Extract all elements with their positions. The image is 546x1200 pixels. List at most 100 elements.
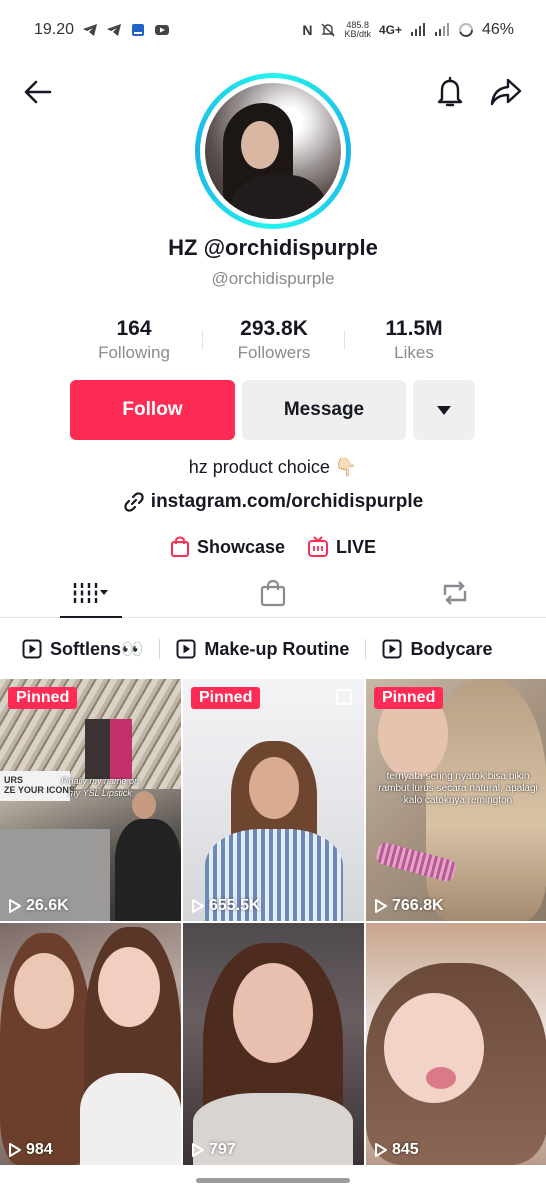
- back-button[interactable]: [18, 72, 58, 112]
- status-time: 19.20: [34, 21, 75, 38]
- avatar: [205, 83, 341, 219]
- play-outline-icon: [375, 1143, 387, 1157]
- pinned-badge: Pinned: [191, 687, 261, 709]
- likes-count: 11.5M: [385, 317, 443, 340]
- network-speed: 485.8 KB/dtk: [344, 21, 371, 39]
- playlist-softlens[interactable]: Softlens👀: [22, 639, 143, 660]
- showcase-button[interactable]: Showcase: [170, 536, 285, 558]
- repost-icon: [443, 580, 467, 605]
- video-thumbnail[interactable]: 984: [0, 923, 181, 1165]
- playlist-label: Bodycare: [410, 638, 493, 659]
- share-button[interactable]: [486, 72, 526, 112]
- video-thumbnail[interactable]: ternyata sering nyatok bisa bikin rambut…: [366, 679, 546, 921]
- playlist-divider: [365, 639, 367, 659]
- bio-link-text: instagram.com/orchidispurple: [150, 491, 424, 512]
- video-thumbnail[interactable]: 845: [366, 923, 546, 1165]
- youtube-icon: [155, 25, 170, 35]
- stat-likes[interactable]: 11.5M Likes: [344, 316, 484, 368]
- playlist-divider: [159, 639, 161, 659]
- notification-button[interactable]: [430, 72, 470, 112]
- arrow-left-icon: [24, 80, 52, 104]
- view-count-text: 655.5K: [209, 897, 261, 914]
- multi-image-icon: [336, 689, 352, 705]
- battery-level: 46%: [481, 21, 514, 38]
- video-caption: ternyata sering nyatok bisa bikin rambut…: [378, 771, 538, 806]
- play-square-icon: [382, 639, 402, 659]
- play-outline-icon: [9, 1143, 21, 1157]
- following-label: Following: [98, 343, 170, 362]
- tab-showcase[interactable]: [182, 568, 364, 617]
- play-outline-icon: [375, 899, 387, 913]
- playlist-label: Softlens👀: [50, 638, 144, 659]
- follow-button[interactable]: Follow: [70, 380, 235, 440]
- play-square-icon: [176, 639, 196, 659]
- battery-icon: [458, 23, 473, 37]
- home-indicator[interactable]: [196, 1178, 350, 1183]
- playlist-label: Make-up Routine: [204, 638, 350, 659]
- bell-icon: [437, 76, 463, 107]
- followers-label: Followers: [237, 343, 311, 362]
- showcase-label: Showcase: [196, 536, 286, 557]
- view-count-text: 845: [392, 1141, 419, 1158]
- followers-count: 293.8K: [240, 317, 308, 340]
- telegram-icon: [83, 24, 98, 36]
- view-count: 845: [374, 1141, 419, 1159]
- playlists-row: Softlens👀 Make-up Routine Bodycare: [0, 632, 546, 666]
- tab-videos[interactable]: [0, 568, 182, 618]
- download-icon: [132, 24, 145, 36]
- view-count: 655.5K: [191, 897, 261, 915]
- likes-label: Likes: [394, 343, 434, 362]
- video-thumbnail[interactable]: Pinned 655.5K: [183, 679, 364, 921]
- telegram-icon: [107, 24, 122, 36]
- caret-down-icon: [437, 406, 451, 415]
- store-display: [85, 719, 111, 779]
- network-speed-unit: KB/dtk: [344, 29, 371, 39]
- stat-following[interactable]: 164 Following: [64, 316, 204, 368]
- view-count: 26.6K: [8, 897, 69, 915]
- profile-shortcuts: Showcase LIVE: [0, 536, 546, 558]
- profile-tabs: [0, 568, 546, 618]
- live-button[interactable]: LIVE: [307, 536, 376, 558]
- suggested-accounts-button[interactable]: [413, 380, 475, 440]
- shopping-bag-icon: [260, 579, 286, 606]
- live-label: LIVE: [336, 536, 377, 557]
- play-outline-icon: [9, 899, 21, 913]
- live-tv-icon: [308, 536, 329, 557]
- lips: [426, 1067, 456, 1089]
- view-count-text: 797: [209, 1141, 236, 1158]
- pinned-badge: Pinned: [8, 687, 78, 709]
- bio-link[interactable]: instagram.com/orchidispurple: [0, 491, 546, 513]
- profile-stats: 164 Following 293.8K Followers 11.5M Lik…: [64, 316, 484, 368]
- following-count: 164: [116, 317, 152, 340]
- tab-reposts[interactable]: [364, 568, 546, 617]
- mute-icon: [321, 23, 336, 37]
- bio-text: hz product choice 👇🏻: [188, 457, 358, 477]
- stat-followers[interactable]: 293.8K Followers: [204, 316, 344, 368]
- video-grid: URS ZE YOUR ICONS Finally my name on my …: [0, 679, 546, 1165]
- share-arrow-icon: [490, 78, 522, 106]
- play-outline-icon: [192, 899, 204, 913]
- username: @orchidispurple: [211, 269, 335, 288]
- video-grid-icon: [73, 582, 108, 603]
- stat-divider: [202, 330, 203, 350]
- nfc-icon: N: [302, 22, 313, 38]
- view-count-text: 26.6K: [26, 897, 69, 914]
- playlist-bodycare[interactable]: Bodycare: [382, 639, 492, 660]
- play-square-icon: [22, 639, 42, 659]
- display-name: HZ @orchidispurple: [168, 235, 378, 260]
- status-bar: 19.20 N 485.8 KB/dtk 4G+ 46%: [0, 0, 546, 60]
- network-type: 4G+: [378, 23, 402, 37]
- playlist-makeup-routine[interactable]: Make-up Routine: [176, 639, 349, 660]
- video-thumbnail[interactable]: URS ZE YOUR ICONS Finally my name on my …: [0, 679, 181, 921]
- message-button[interactable]: Message: [242, 380, 406, 440]
- shopping-bag-icon: [170, 536, 189, 557]
- video-thumbnail[interactable]: 797: [183, 923, 364, 1165]
- store-display-pink: [110, 719, 132, 779]
- view-count: 797: [191, 1141, 236, 1159]
- avatar-story-ring[interactable]: [195, 73, 351, 229]
- view-count: 766.8K: [374, 897, 444, 915]
- video-caption: Finally my name on my YSL Lipstick: [60, 776, 140, 798]
- view-count: 984: [8, 1141, 53, 1159]
- view-count-text: 766.8K: [392, 897, 444, 914]
- signal-icon: [410, 23, 425, 36]
